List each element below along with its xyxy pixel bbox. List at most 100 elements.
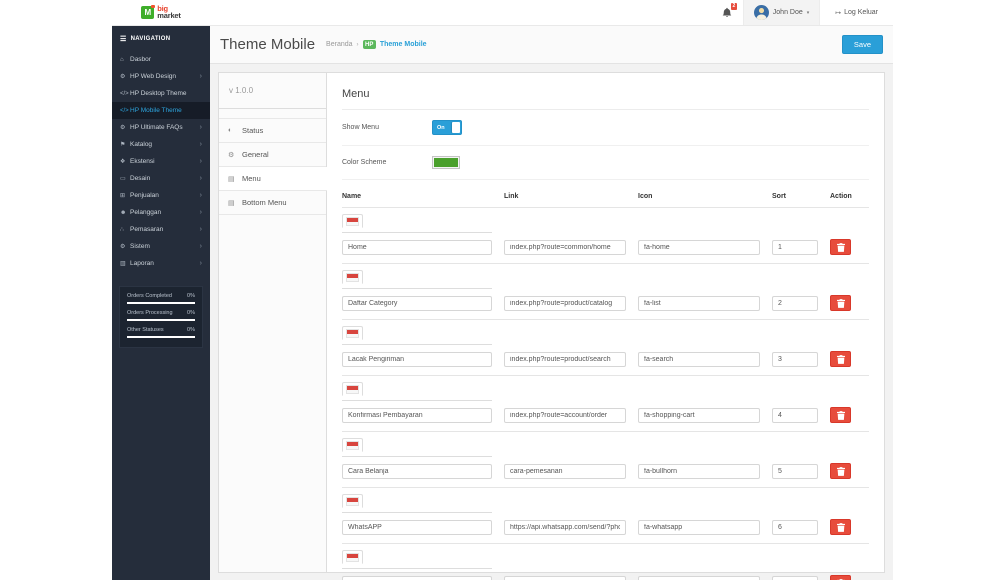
tab-status[interactable]: ◐ Status [219, 118, 326, 143]
main-content: Theme Mobile Beranda › HP Theme Mobile S… [210, 26, 893, 580]
language-tab[interactable] [342, 270, 363, 284]
sort-input[interactable] [772, 407, 818, 423]
sidebar-item-ekstensi[interactable]: ❖ Ekstensi › [112, 153, 210, 170]
link-input[interactable] [504, 407, 626, 423]
sidebar-item-sistem[interactable]: ⚙ Sistem › [112, 238, 210, 255]
sidebar-item-hp-mobile-theme[interactable]: </> HP Mobile Theme › [112, 102, 210, 119]
brand-logo[interactable]: M big market [112, 0, 210, 25]
name-input[interactable] [342, 519, 492, 535]
icon-input[interactable] [638, 295, 760, 311]
sidebar-item-icon: ▥ [120, 261, 126, 267]
sidebar-item-hp-desktop-theme[interactable]: </> HP Desktop Theme › [112, 85, 210, 102]
sidebar-item-pemasaran[interactable]: ∴ Pemasaran › [112, 221, 210, 238]
notifications-button[interactable]: 2 [711, 0, 743, 25]
delete-row-button[interactable] [830, 519, 851, 535]
stat-label: Other Statuses [127, 327, 164, 333]
delete-row-button[interactable] [830, 295, 851, 311]
icon-input[interactable] [638, 463, 760, 479]
link-input[interactable] [504, 575, 626, 580]
link-input[interactable] [504, 463, 626, 479]
icon-input[interactable] [638, 351, 760, 367]
indonesia-flag-icon [347, 218, 358, 225]
trash-icon [836, 578, 845, 580]
name-input[interactable] [342, 575, 492, 580]
stat-label: Orders Completed [127, 293, 172, 299]
caret-down-icon: ▾ [806, 9, 810, 16]
language-tab[interactable] [342, 550, 363, 564]
col-action: Action [830, 193, 852, 200]
delete-row-button[interactable] [830, 407, 851, 423]
delete-row-button[interactable] [830, 351, 851, 367]
sort-input[interactable] [772, 351, 818, 367]
sidebar-item-label: Pemasaran [130, 226, 164, 233]
hp-badge: HP [362, 40, 376, 49]
trash-icon [836, 354, 845, 364]
sidebar-item-laporan[interactable]: ▥ Laporan › [112, 255, 210, 272]
show-menu-toggle[interactable]: On [432, 120, 462, 135]
breadcrumb-home[interactable]: Beranda [326, 41, 352, 48]
link-input[interactable] [504, 295, 626, 311]
tab-general[interactable]: ⚙ General [219, 143, 326, 167]
language-tab[interactable] [342, 494, 363, 508]
sort-input[interactable] [772, 519, 818, 535]
sidebar-item-penjualan[interactable]: ⊞ Penjualan › [112, 187, 210, 204]
icon-input[interactable] [638, 575, 760, 580]
sidebar-item-label: HP Desktop Theme [130, 90, 187, 97]
sidebar-item-icon: ⚙ [120, 125, 126, 131]
toggle-on-label: On [437, 124, 445, 131]
name-input[interactable] [342, 351, 492, 367]
tab-menu[interactable]: ▤ Menu [219, 167, 327, 191]
page-title: Theme Mobile [220, 36, 316, 53]
breadcrumb-current[interactable]: Theme Mobile [380, 41, 427, 48]
tab-bottom-menu[interactable]: ▤ Bottom Menu [219, 191, 326, 215]
name-input[interactable] [342, 239, 492, 255]
icon-input[interactable] [638, 407, 760, 423]
sort-input[interactable] [772, 463, 818, 479]
trash-icon [836, 242, 845, 252]
sidebar-item-hp-web-design[interactable]: ⚙ HP Web Design › [112, 68, 210, 85]
delete-row-button[interactable] [830, 463, 851, 479]
chevron-right-icon: › [199, 192, 202, 199]
icon-input[interactable] [638, 239, 760, 255]
name-input[interactable] [342, 463, 492, 479]
sidebar-item-desain[interactable]: ▭ Desain › [112, 170, 210, 187]
language-tab[interactable] [342, 326, 363, 340]
color-scheme-picker[interactable] [432, 156, 460, 169]
sidebar-item-label: Pelanggan [130, 209, 162, 216]
sidebar-item-label: HP Mobile Theme [130, 107, 182, 114]
language-tab[interactable] [342, 382, 363, 396]
language-tab-strip [342, 438, 492, 457]
sort-input[interactable] [772, 295, 818, 311]
icon-input[interactable] [638, 519, 760, 535]
delete-row-button[interactable] [830, 575, 851, 580]
sidebar-item-hp-ultimate-faqs[interactable]: ⚙ HP Ultimate FAQs › [112, 119, 210, 136]
sidebar-header: ☰ NAVIGATION [112, 26, 210, 51]
sort-input[interactable] [772, 239, 818, 255]
sidebar-header-label: NAVIGATION [130, 36, 171, 42]
language-tab[interactable] [342, 214, 363, 228]
sidebar-item-pelanggan[interactable]: ☻ Pelanggan › [112, 204, 210, 221]
language-tab-strip [342, 214, 492, 233]
sidebar-item-dasbor[interactable]: ⌂ Dasbor › [112, 51, 210, 68]
menu-row [342, 320, 869, 376]
link-input[interactable] [504, 519, 626, 535]
avatar [753, 5, 769, 20]
chevron-right-icon: › [199, 73, 202, 80]
save-button[interactable]: Save [841, 35, 883, 54]
link-input[interactable] [504, 239, 626, 255]
sort-input[interactable] [772, 575, 818, 580]
logout-button[interactable]: ↦ Log Keluar [820, 0, 893, 25]
language-tab[interactable] [342, 438, 363, 452]
admin-app: M big market 2 John Doe ▾ ↦ Log Keluar ☰… [112, 0, 893, 580]
sidebar-item-icon: ⊞ [120, 193, 126, 199]
delete-row-button[interactable] [830, 239, 851, 255]
panel-tabs: ◐ Status ⚙ General ▤ Menu ▤ Bottom Menu [219, 118, 327, 215]
name-input[interactable] [342, 295, 492, 311]
user-menu[interactable]: John Doe ▾ [742, 0, 821, 25]
link-input[interactable] [504, 351, 626, 367]
name-input[interactable] [342, 407, 492, 423]
sidebar-item-katalog[interactable]: ⚑ Katalog › [112, 136, 210, 153]
sidebar-item-label: Penjualan [130, 192, 159, 199]
chevron-right-icon: › [199, 158, 202, 165]
settings-panel: v 1.0.0 ◐ Status ⚙ General ▤ Menu ▤ Bott… [218, 72, 885, 580]
